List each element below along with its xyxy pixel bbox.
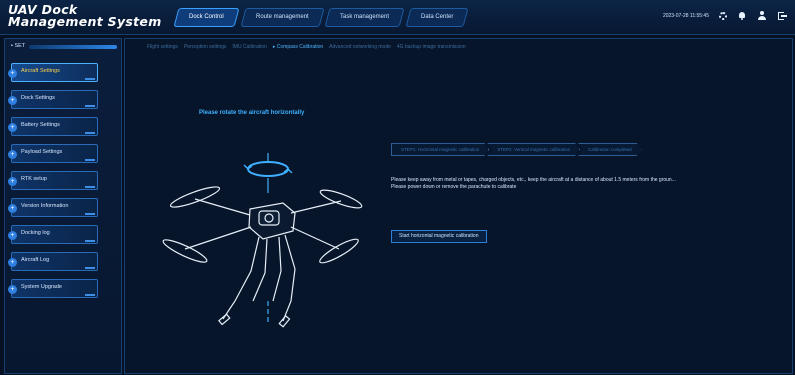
note-line: Please power down or remove the parachut… — [391, 184, 517, 190]
plus-icon: + — [8, 285, 17, 294]
sidebar-item-system-upgrade[interactable]: + System Upgrade — [8, 279, 98, 298]
calibration-prompt: Please rotate the aircraft horizontally — [199, 110, 305, 116]
note-line: Please keep away from metal or tapes, ch… — [391, 177, 676, 183]
sidebar-item-label: Aircraft Settings — [21, 68, 60, 74]
drone-illustration — [162, 153, 363, 328]
calibration-steps: STEP1: Horizontal magnetic calibration S… — [391, 143, 640, 156]
sidebar-item-label: Payload Settings — [21, 149, 63, 155]
sidebar-item-label: RTK setup — [21, 176, 47, 182]
top-header: UAV Dock Management System Dock Control … — [0, 0, 795, 35]
logout-icon[interactable] — [777, 11, 787, 21]
start-calibration-button[interactable]: Start horizontal magnetic calibration — [391, 230, 487, 243]
plus-icon: + — [8, 150, 17, 159]
step-vertical: STEP2: Vertical magnetic calibration — [487, 143, 580, 156]
decor-bar — [85, 105, 95, 107]
sidebar-item-battery-settings[interactable]: + Battery Settings — [8, 117, 98, 136]
rotate-arrow-icon — [243, 153, 293, 177]
sidebar-item-payload-settings[interactable]: + Payload Settings — [8, 144, 98, 163]
main-panel: Flight settings Perception settings IMU … — [124, 38, 793, 374]
sidebar-item-aircraft-log[interactable]: + Aircraft Log — [8, 252, 98, 271]
sidebar-item-label: Aircraft Log — [21, 257, 50, 263]
subtab-imu-calibration[interactable]: IMU Calibration — [232, 44, 266, 50]
subtab-4g-backup[interactable]: 4G backup image transmission — [397, 44, 466, 50]
settings-sidebar: ▪ SET + Aircraft Settings + Dock Setting… — [4, 38, 122, 374]
decor-bar — [85, 132, 95, 134]
sidebar-title: ▪ SET — [11, 43, 26, 49]
bell-icon[interactable] — [737, 11, 747, 21]
decor-bar — [85, 78, 95, 80]
header-status: 2023-07-28 11:55:45 — [663, 11, 787, 21]
gear-icon[interactable] — [719, 12, 727, 20]
sidebar-item-label: Docking log — [21, 230, 50, 236]
sidebar-item-dock-settings[interactable]: + Dock Settings — [8, 90, 98, 109]
subtab-flight-settings[interactable]: Flight settings — [147, 44, 178, 50]
plus-icon: + — [8, 231, 17, 240]
subtab-compass-calibration[interactable]: ▸ Compass Calibration — [273, 44, 323, 50]
calibration-notes: Please keep away from metal or tapes, ch… — [391, 177, 676, 191]
decor-bar — [85, 267, 95, 269]
subtab-advanced-networking[interactable]: Advanced networking mode — [329, 44, 391, 50]
decor-bar — [85, 213, 95, 215]
tab-route-management[interactable]: Route management — [240, 8, 324, 27]
plus-icon: + — [8, 258, 17, 267]
plus-icon: + — [8, 123, 17, 132]
settings-menu: + Aircraft Settings + Dock Settings + Ba… — [8, 63, 98, 306]
sidebar-item-label: Version Information — [21, 203, 69, 209]
sidebar-item-version-information[interactable]: + Version Information — [8, 198, 98, 217]
subtab-perception-settings[interactable]: Perception settings — [184, 44, 227, 50]
plus-icon: + — [8, 96, 17, 105]
sidebar-item-label: Battery Settings — [21, 122, 60, 128]
sidebar-item-aircraft-settings[interactable]: + Aircraft Settings — [8, 63, 98, 82]
tab-task-management[interactable]: Task management — [324, 8, 405, 27]
sidebar-title-bar — [29, 45, 117, 49]
settings-subtabs: Flight settings Perception settings IMU … — [147, 44, 466, 50]
user-icon[interactable] — [757, 11, 767, 21]
sidebar-item-label: System Upgrade — [21, 284, 62, 290]
tab-data-center[interactable]: Data Center — [405, 8, 470, 27]
main-nav-tabs: Dock Control Route management Task manag… — [173, 8, 470, 27]
plus-icon: + — [8, 69, 17, 78]
step-horizontal: STEP1: Horizontal magnetic calibration — [391, 143, 489, 156]
decor-bar — [85, 240, 95, 242]
plus-icon: + — [8, 204, 17, 213]
decor-bar — [85, 294, 95, 296]
sidebar-item-label: Dock Settings — [21, 95, 55, 101]
datetime: 2023-07-28 11:55:45 — [662, 13, 709, 19]
step-completed: Calibration completed — [578, 143, 642, 156]
sidebar-item-rtk-setup[interactable]: + RTK setup — [8, 171, 98, 190]
plus-icon: + — [8, 177, 17, 186]
sidebar-item-docking-log[interactable]: + Docking log — [8, 225, 98, 244]
decor-bar — [85, 159, 95, 161]
tab-dock-control[interactable]: Dock Control — [173, 8, 240, 27]
app-title: UAV Dock Management System — [8, 2, 162, 29]
decor-bar — [85, 186, 95, 188]
